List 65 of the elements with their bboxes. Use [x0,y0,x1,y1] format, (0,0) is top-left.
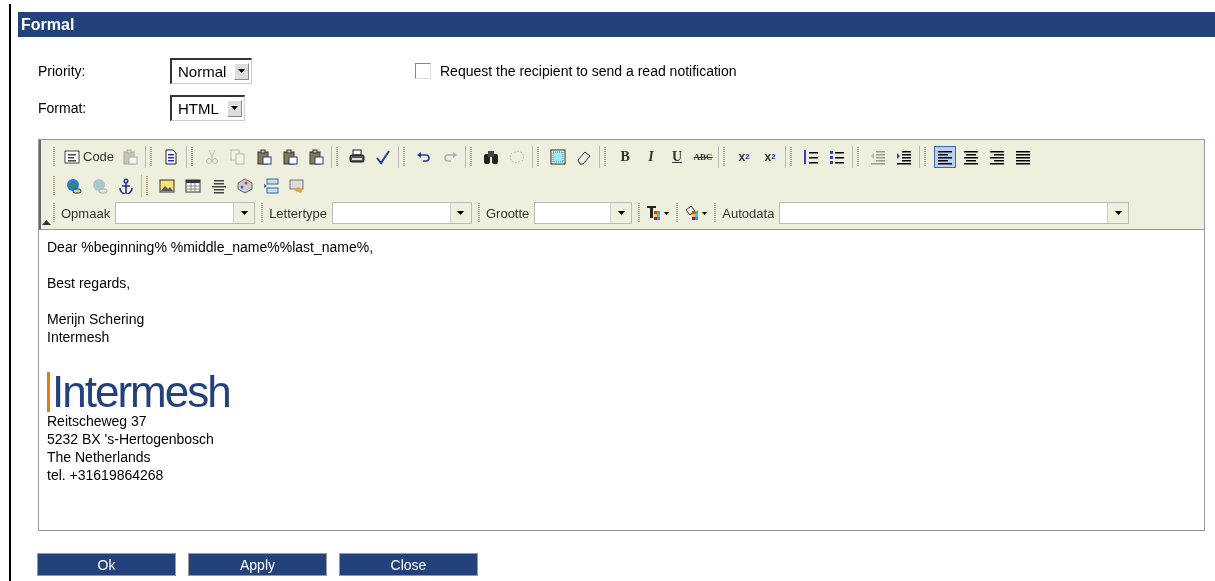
address-line: The Netherlands [47,448,152,466]
outdent-icon [870,148,887,165]
body-text: Merijn Schering [47,310,146,328]
address-line: Reitscheweg 37 [47,412,148,430]
dropdown[interactable]: HTML [170,94,245,121]
scissors-icon [204,148,221,165]
select-all-icon [550,148,567,165]
printer-icon [349,148,366,165]
caret-icon[interactable] [610,203,632,223]
copy-icon [230,148,247,165]
combo-label: Lettertype [269,205,327,221]
clipboard-icon [282,148,299,165]
align-right-icon [989,148,1006,165]
keyboard-icon [289,177,305,194]
toolbar-button[interactable]: B [614,145,637,168]
cube-icon [237,177,253,194]
binoculars-icon [483,148,500,165]
bullet-list-icon [829,148,846,165]
numbered-list-icon [803,148,820,165]
combo-label: Opmaak [61,205,111,221]
field-label: Format: [38,99,88,116]
combo-label: Autodata [722,205,775,221]
align-center-icon [963,148,980,165]
address-line: tel. +31619864268 [47,466,165,484]
clipboard-icon [308,148,325,165]
field-label: Priority: [38,62,87,79]
globe-icon [66,177,82,194]
body-text: Dear %beginning% %middle_name%%last_name%, [47,238,375,256]
caret-icon[interactable] [449,203,471,223]
caret-icon[interactable] [1107,203,1129,223]
checkbox-label: Request the recipient to send a read notification [440,62,737,79]
align-justify-icon [1015,148,1032,165]
toolbar-button[interactable]: I [640,145,663,168]
toolbar-button[interactable]: U [666,145,689,168]
page-break-icon [263,177,279,194]
document-icon [163,148,180,165]
replace-icon [509,148,526,165]
anchor-icon [118,177,134,194]
image-icon [159,177,175,194]
dialog-button[interactable]: Close [339,553,478,576]
dropdown[interactable]: Normal [170,57,253,84]
align-left-icon [937,148,954,165]
toolbar-button[interactable]: x$^{2}$ [759,145,782,168]
clipboard-icon [122,148,139,165]
document-icon [64,148,80,165]
body-text: Best regards, [47,274,132,292]
company-logo: Intermesh [47,372,230,412]
caret-icon[interactable] [233,203,255,223]
spellcheck-icon [375,148,392,165]
dialog-button[interactable]: Apply [188,553,327,576]
collapse-icon[interactable] [42,220,51,225]
toolbar-button[interactable] [934,145,957,168]
checkbox[interactable] [415,62,431,79]
address-line: 5232 BX 's-Hertogenbosch [47,430,215,448]
window-title: Formal [21,15,75,34]
clipboard-icon [256,148,273,165]
table-icon [185,177,201,194]
horizontal-rule-icon [211,177,227,194]
indent-icon [896,148,913,165]
toolbar-button[interactable]: Code [63,145,116,168]
globe-icon [92,177,108,194]
toolbar-button[interactable]: ABC [692,145,715,168]
combo-label: Grootte [485,205,530,221]
body-text: Intermesh [47,328,111,346]
dialog-button[interactable]: Ok [37,553,176,576]
